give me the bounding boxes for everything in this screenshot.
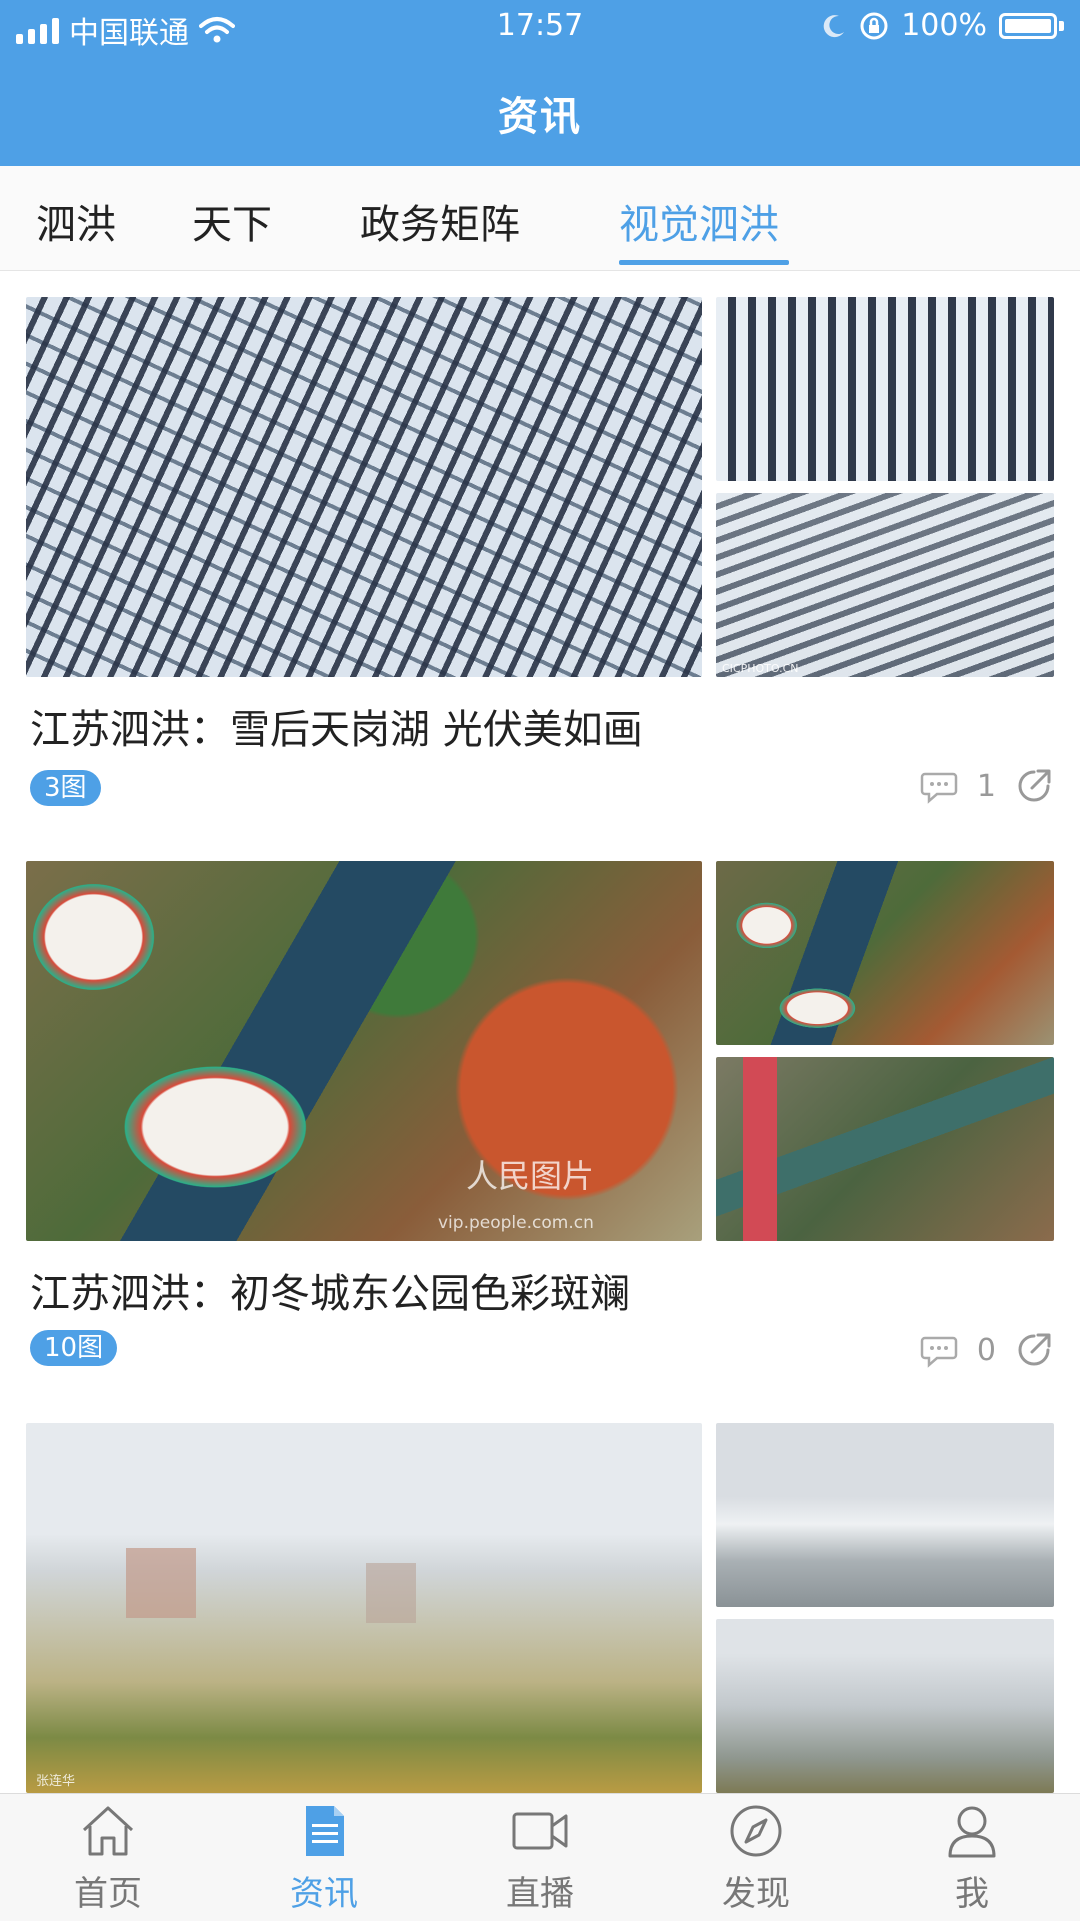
tab-visual-sihong[interactable]: 视觉泗洪 (619, 192, 779, 250)
nav-label: 首页 (74, 1874, 142, 1914)
category-tabs: 泗洪 天下 政务矩阵 视觉泗洪 (0, 166, 1080, 271)
active-tab-indicator (619, 260, 789, 265)
battery-tip (1059, 20, 1064, 31)
comment-icon[interactable] (919, 766, 959, 806)
battery-percent: 100% (901, 8, 987, 43)
article-title[interactable]: 江苏泗洪：初冬城东公园色彩斑斓 (30, 1261, 630, 1319)
nav-me[interactable]: 我 (902, 1802, 1042, 1915)
home-icon (82, 1806, 134, 1856)
building-shape (366, 1563, 416, 1623)
tab-sihong[interactable]: 泗洪 (36, 192, 116, 250)
article-card[interactable]: 张连华 (0, 1423, 1080, 1793)
nav-live[interactable]: 直播 (470, 1802, 610, 1915)
nav-label: 直播 (506, 1874, 574, 1914)
article-thumb-image (716, 1619, 1054, 1793)
news-icon (306, 1806, 344, 1856)
nav-label: 发现 (722, 1874, 790, 1914)
compass-icon (730, 1805, 782, 1857)
article-card[interactable]: 人民图片 vip.people.com.cn 江苏泗洪：初冬城东公园色彩斑斓 1… (0, 861, 1080, 1381)
article-thumb-image (716, 1057, 1054, 1241)
video-camera-icon (512, 1812, 568, 1850)
share-icon[interactable] (1014, 766, 1054, 806)
comment-count: 0 (976, 1332, 996, 1368)
nav-label: 资讯 (290, 1874, 358, 1914)
image-watermark: 人民图片 (466, 1157, 595, 1195)
comment-count: 1 (976, 768, 996, 804)
image-watermark: CICPHOTO.CN (722, 662, 799, 675)
photo-count-badge: 3图 (30, 770, 101, 806)
article-main-image (26, 297, 702, 677)
moon-icon (823, 14, 845, 37)
image-watermark: 张连华 (36, 1774, 76, 1789)
tab-world[interactable]: 天下 (192, 192, 272, 250)
article-thumb-image (716, 297, 1054, 481)
photo-count-badge: 10图 (30, 1330, 118, 1366)
article-title[interactable]: 江苏泗洪：雪后天岗湖 光伏美如画 (30, 697, 643, 755)
page-title: 资讯 (498, 94, 582, 140)
article-thumb-image (716, 861, 1054, 1045)
share-icon[interactable] (1014, 1330, 1054, 1370)
image-watermark-url: vip.people.com.cn (438, 1213, 594, 1233)
nav-home[interactable]: 首页 (38, 1802, 178, 1915)
building-shape (126, 1548, 196, 1618)
nav-discover[interactable]: 发现 (686, 1802, 826, 1915)
nav-label: 我 (955, 1874, 989, 1914)
article-card[interactable]: CICPHOTO.CN 江苏泗洪：雪后天岗湖 光伏美如画 3图 1 (0, 297, 1080, 817)
article-main-image: 人民图片 vip.people.com.cn (26, 861, 702, 1241)
status-bar: 中国联通 17:57 100% (0, 0, 1080, 54)
comment-icon[interactable] (919, 1330, 959, 1370)
bottom-navigation: 首页 资讯 直播 发现 我 (0, 1793, 1080, 1921)
nav-news[interactable]: 资讯 (254, 1802, 394, 1915)
article-main-image: 张连华 (26, 1423, 702, 1793)
article-thumb-image: CICPHOTO.CN (716, 493, 1054, 677)
user-icon (948, 1806, 996, 1858)
battery-icon (999, 12, 1057, 39)
tab-government[interactable]: 政务矩阵 (360, 192, 520, 250)
article-thumb-image (716, 1423, 1054, 1607)
rotation-lock-icon (860, 12, 888, 39)
app-header: 中国联通 17:57 100% 资讯 (0, 0, 1080, 166)
